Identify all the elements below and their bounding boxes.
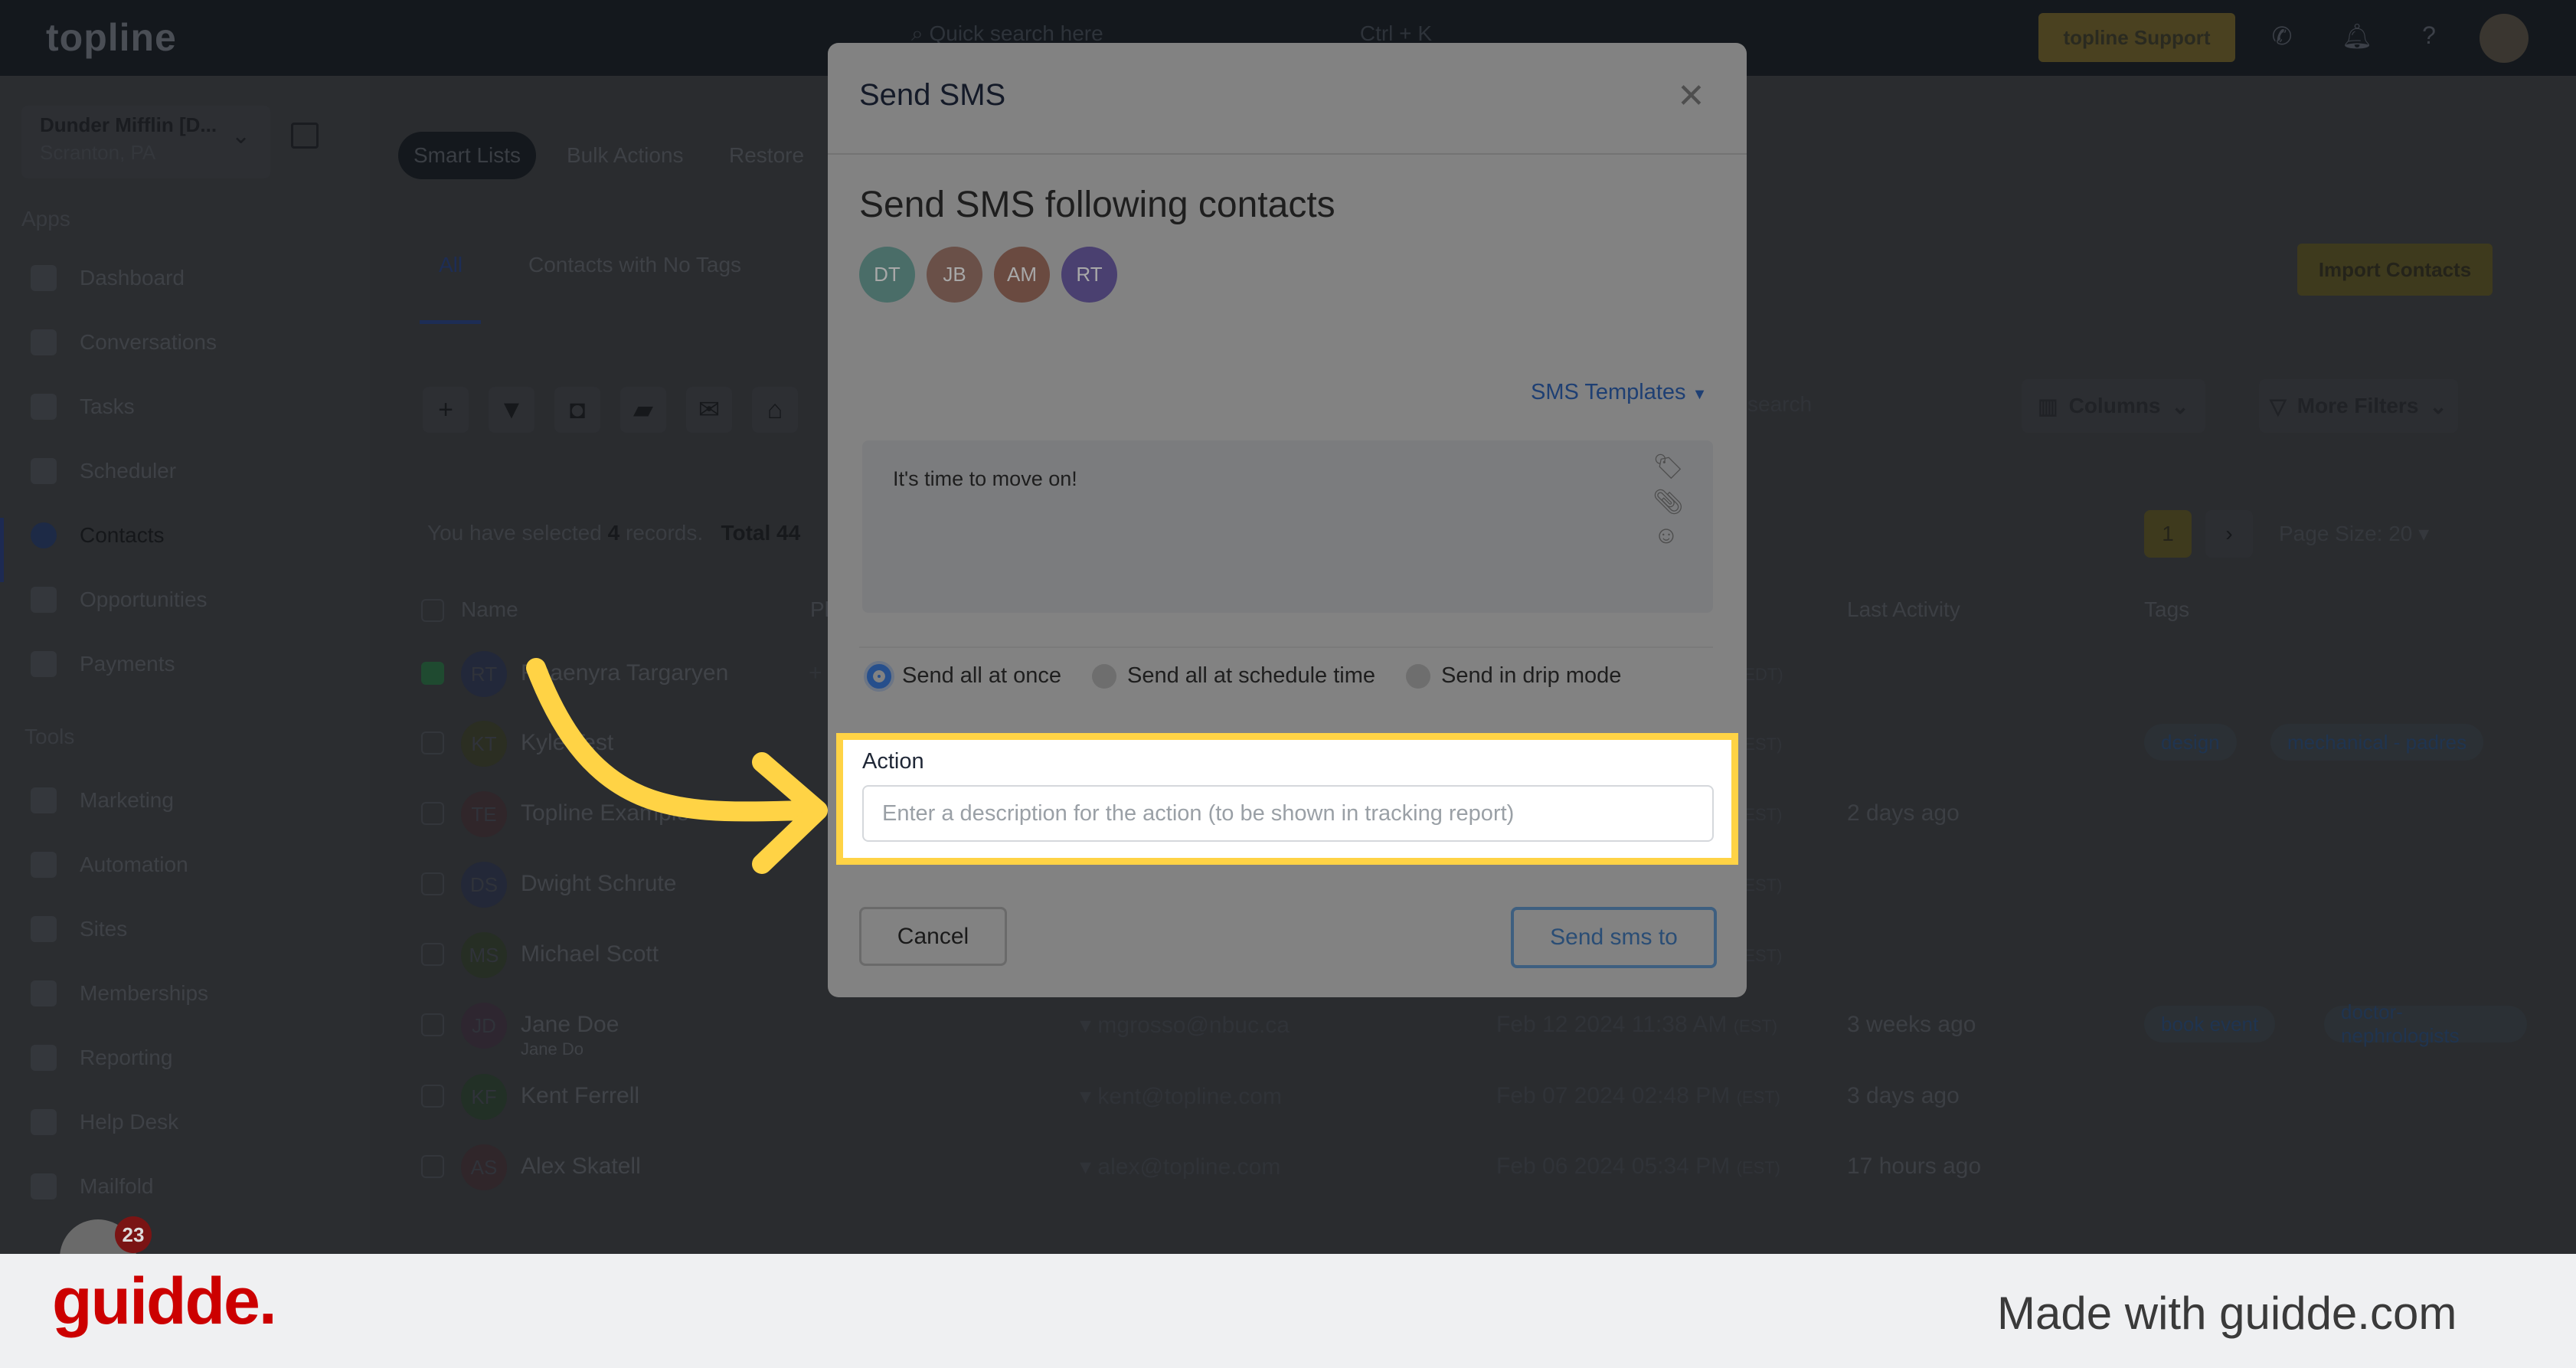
pointer-arrow-icon (526, 658, 828, 874)
guidde-logo: guidde. (52, 1265, 277, 1338)
made-with-text: Made with guidde.com (1997, 1288, 2457, 1339)
